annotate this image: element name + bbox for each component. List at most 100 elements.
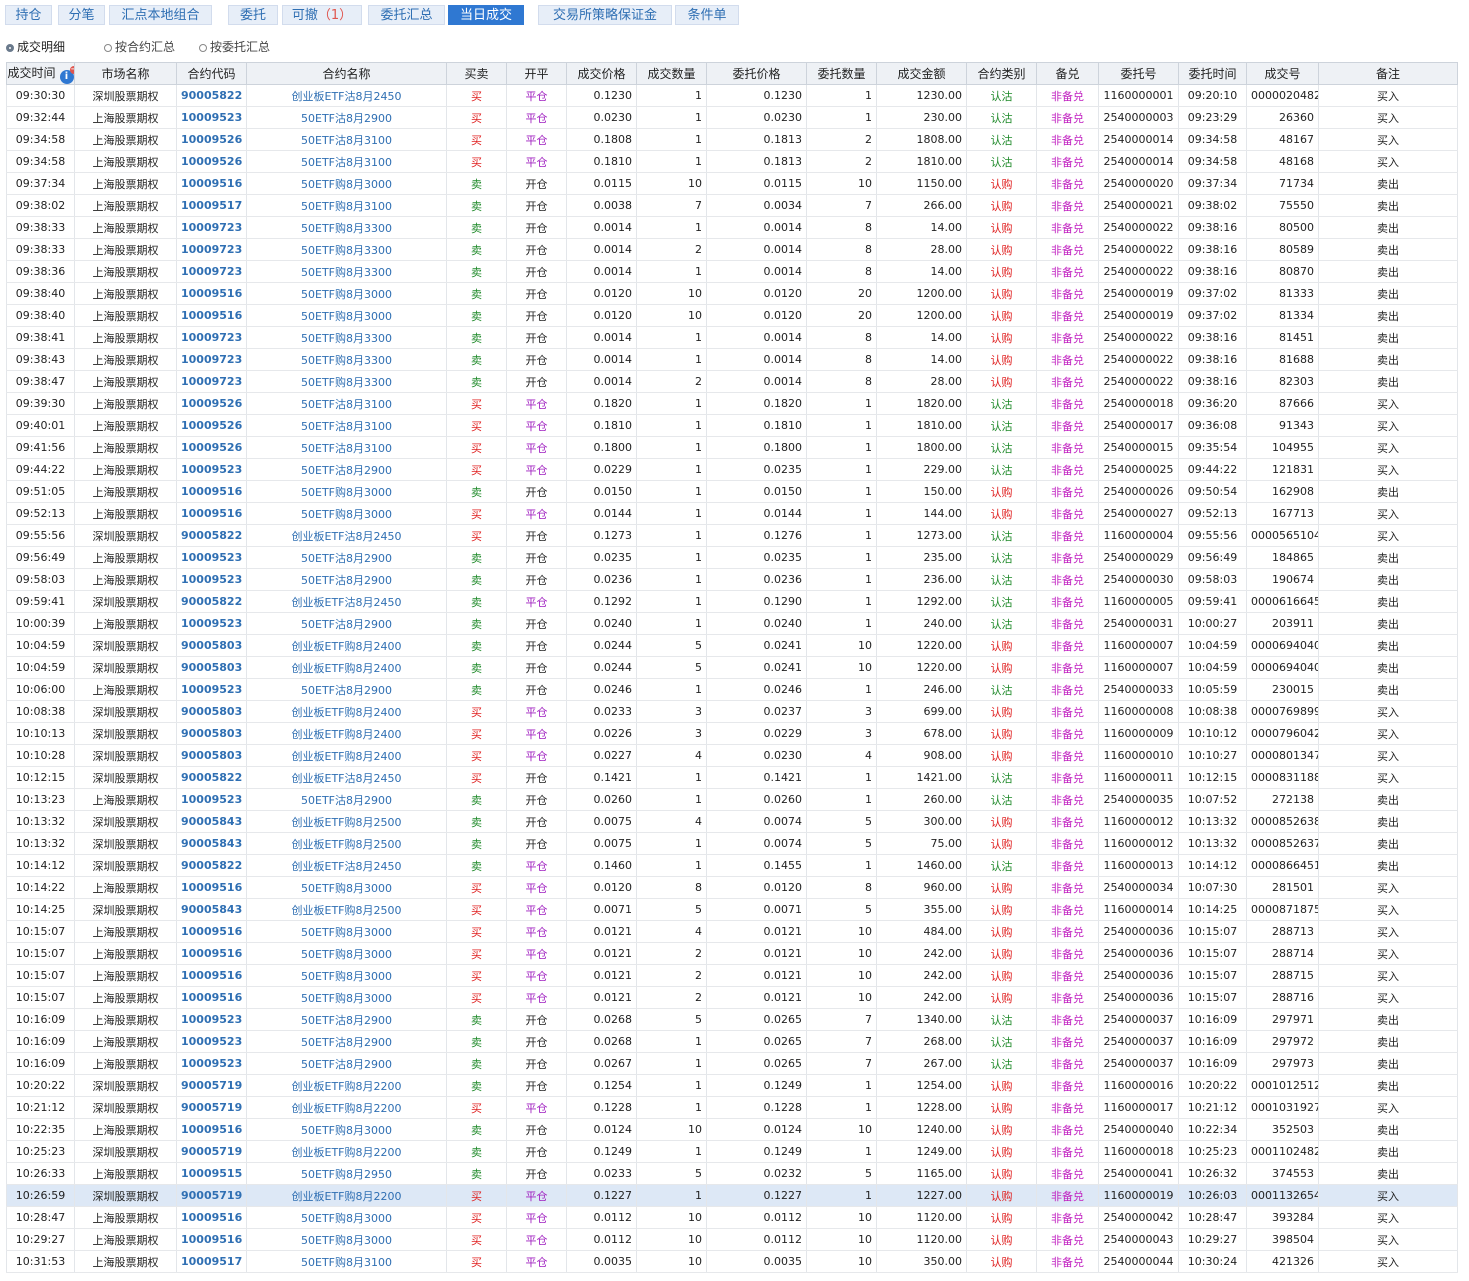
- table-row[interactable]: 10:15:07 上海股票期权 10009516 50ETF购8月3000 买平仓 0.0…: [6, 964, 1458, 987]
- table-row[interactable]: 10:15:07 上海股票期权 10009516 50ETF购8月3000 买平仓 0.0…: [6, 920, 1458, 943]
- column-header[interactable]: 委托数量: [806, 62, 877, 85]
- radio-trade-detail[interactable]: 成交明细: [6, 38, 65, 55]
- table-row[interactable]: 09:38:41 上海股票期权 10009723 50ETF购8月3300 卖开仓 0.0…: [6, 326, 1458, 349]
- table-row[interactable]: 10:04:59 深圳股票期权 90005803 创业板ETF购8月2400 卖开仓 0.…: [6, 634, 1458, 657]
- table-row[interactable]: 09:39:30 上海股票期权 10009526 50ETF沽8月3100 买平仓 0.1…: [6, 392, 1458, 415]
- column-header[interactable]: 合约名称: [246, 62, 447, 85]
- table-row[interactable]: 09:38:36 上海股票期权 10009723 50ETF购8月3300 卖开仓 0.0…: [6, 260, 1458, 283]
- column-header[interactable]: 市场名称: [74, 62, 177, 85]
- tab-conditional-orders[interactable]: 条件单: [675, 5, 739, 25]
- table-row[interactable]: 10:16:09 上海股票期权 10009523 50ETF沽8月2900 卖开仓 0.0…: [6, 1008, 1458, 1031]
- table-row[interactable]: 09:38:40 上海股票期权 10009516 50ETF购8月3000 卖开仓 0.0…: [6, 304, 1458, 327]
- tab-exchange-margin[interactable]: 交易所策略保证金: [538, 5, 672, 25]
- cell-remark: 买入: [1318, 392, 1458, 415]
- table-row[interactable]: 09:55:56 深圳股票期权 90005822 创业板ETF沽8月2450 买开仓 0.…: [6, 524, 1458, 547]
- tab-order-summary[interactable]: 委托汇总: [368, 5, 445, 25]
- tab-orders[interactable]: 委托: [228, 5, 278, 25]
- cell-trade-qty: 4: [636, 744, 707, 767]
- table-row[interactable]: 10:06:00 上海股票期权 10009523 50ETF沽8月2900 卖开仓 0.0…: [6, 678, 1458, 701]
- table-row[interactable]: 09:38:43 上海股票期权 10009723 50ETF购8月3300 卖开仓 0.0…: [6, 348, 1458, 371]
- column-header[interactable]: 成交金额: [876, 62, 967, 85]
- table-row[interactable]: 10:26:33 上海股票期权 10009515 50ETF购8月2950 卖开仓 0.0…: [6, 1162, 1458, 1185]
- table-row[interactable]: 09:30:30 深圳股票期权 90005822 创业板ETF沽8月2450 买平仓 0.…: [6, 84, 1458, 107]
- radio-by-order[interactable]: 按委托汇总: [199, 38, 270, 55]
- table-row[interactable]: 10:14:22 上海股票期权 10009516 50ETF购8月3000 买平仓 0.0…: [6, 876, 1458, 899]
- table-row[interactable]: 09:38:47 上海股票期权 10009723 50ETF购8月3300 卖开仓 0.0…: [6, 370, 1458, 393]
- table-row[interactable]: 10:14:12 深圳股票期权 90005822 创业板ETF沽8月2450 卖平仓 0.…: [6, 854, 1458, 877]
- table-row[interactable]: 09:38:02 上海股票期权 10009517 50ETF购8月3100 卖开仓 0.0…: [6, 194, 1458, 217]
- table-row[interactable]: 09:41:56 上海股票期权 10009526 50ETF沽8月3100 买平仓 0.1…: [6, 436, 1458, 459]
- tab-holdings[interactable]: 持仓: [5, 5, 52, 25]
- column-header[interactable]: 成交时间i−: [6, 62, 75, 85]
- cell-side: 买: [446, 1250, 507, 1273]
- table-row[interactable]: 10:12:15 深圳股票期权 90005822 创业板ETF沽8月2450 买开仓 0.…: [6, 766, 1458, 789]
- table-row[interactable]: 10:10:13 深圳股票期权 90005803 创业板ETF购8月2400 买平仓 0.…: [6, 722, 1458, 745]
- table-row[interactable]: 10:28:47 上海股票期权 10009516 50ETF购8月3000 买平仓 0.0…: [6, 1206, 1458, 1229]
- tab-ticks[interactable]: 分笔: [58, 5, 105, 25]
- table-row[interactable]: 10:31:53 上海股票期权 10009517 50ETF购8月3100 买平仓 0.0…: [6, 1250, 1458, 1273]
- cell-open-close: 平仓: [506, 590, 567, 613]
- table-row[interactable]: 09:52:13 上海股票期权 10009516 50ETF购8月3000 买平仓 0.0…: [6, 502, 1458, 525]
- table-row[interactable]: 10:13:32 深圳股票期权 90005843 创业板ETF购8月2500 卖开仓 0.…: [6, 810, 1458, 833]
- column-header-label: 成交价格: [577, 67, 626, 81]
- table-row[interactable]: 09:37:34 上海股票期权 10009516 50ETF购8月3000 卖开仓 0.0…: [6, 172, 1458, 195]
- column-header[interactable]: 买卖: [446, 62, 507, 85]
- tab-today-trades[interactable]: 当日成交: [448, 5, 524, 25]
- table-row[interactable]: 10:16:09 上海股票期权 10009523 50ETF沽8月2900 卖开仓 0.0…: [6, 1030, 1458, 1053]
- cell-trade-price: 0.1460: [566, 854, 637, 877]
- table-row[interactable]: 09:34:58 上海股票期权 10009526 50ETF沽8月3100 买平仓 0.1…: [6, 150, 1458, 173]
- column-header[interactable]: 备兑: [1036, 62, 1099, 85]
- table-row[interactable]: 09:58:03 上海股票期权 10009523 50ETF沽8月2900 卖开仓 0.0…: [6, 568, 1458, 591]
- table-row[interactable]: 10:16:09 上海股票期权 10009523 50ETF沽8月2900 卖开仓 0.0…: [6, 1052, 1458, 1075]
- info-icon[interactable]: i−: [59, 65, 74, 84]
- column-header[interactable]: 委托价格: [706, 62, 807, 85]
- table-row[interactable]: 09:40:01 上海股票期权 10009526 50ETF沽8月3100 买平仓 0.1…: [6, 414, 1458, 437]
- table-row[interactable]: 10:29:27 上海股票期权 10009516 50ETF购8月3000 买平仓 0.0…: [6, 1228, 1458, 1251]
- table-row[interactable]: 10:22:35 上海股票期权 10009516 50ETF购8月3000 卖开仓 0.0…: [6, 1118, 1458, 1141]
- column-header[interactable]: 合约代码: [176, 62, 247, 85]
- column-header[interactable]: 成交价格: [566, 62, 637, 85]
- column-header[interactable]: 合约类别: [966, 62, 1037, 85]
- cell-contract-name: 50ETF沽8月3100: [246, 414, 447, 437]
- radio-by-contract[interactable]: 按合约汇总: [104, 38, 175, 55]
- table-row[interactable]: 10:04:59 深圳股票期权 90005803 创业板ETF购8月2400 卖开仓 0.…: [6, 656, 1458, 679]
- table-row[interactable]: 10:26:59 深圳股票期权 90005719 创业板ETF购8月2200 买平仓 0.…: [6, 1184, 1458, 1207]
- table-row[interactable]: 09:51:05 上海股票期权 10009516 50ETF购8月3000 卖开仓 0.0…: [6, 480, 1458, 503]
- table-row[interactable]: 09:32:44 上海股票期权 10009523 50ETF沽8月2900 买平仓 0.0…: [6, 106, 1458, 129]
- cell-contract-name: 创业板ETF沽8月2450: [246, 524, 447, 547]
- table-row[interactable]: 09:38:33 上海股票期权 10009723 50ETF购8月3300 卖开仓 0.0…: [6, 216, 1458, 239]
- cell-order-time: 09:36:20: [1178, 392, 1247, 415]
- column-header[interactable]: 备注: [1318, 62, 1458, 85]
- column-header[interactable]: 委托时间: [1178, 62, 1247, 85]
- tab-cancelable[interactable]: 可撤（1）: [282, 5, 362, 25]
- column-header[interactable]: 开平: [506, 62, 567, 85]
- tab-local-portfolio[interactable]: 汇点本地组合: [109, 5, 212, 25]
- table-row[interactable]: 09:44:22 上海股票期权 10009523 50ETF沽8月2900 买平仓 0.0…: [6, 458, 1458, 481]
- cell-market-name: 上海股票期权: [74, 194, 177, 217]
- table-row[interactable]: 10:13:32 深圳股票期权 90005843 创业板ETF购8月2500 卖开仓 0.…: [6, 832, 1458, 855]
- table-row[interactable]: 10:10:28 深圳股票期权 90005803 创业板ETF购8月2400 买平仓 0.…: [6, 744, 1458, 767]
- cell-side: 买: [446, 898, 507, 921]
- column-header[interactable]: 成交号: [1246, 62, 1319, 85]
- cell-order-time: 10:04:59: [1178, 656, 1247, 679]
- table-row[interactable]: 09:38:33 上海股票期权 10009723 50ETF购8月3300 卖开仓 0.0…: [6, 238, 1458, 261]
- table-row[interactable]: 09:34:58 上海股票期权 10009526 50ETF沽8月3100 买平仓 0.1…: [6, 128, 1458, 151]
- table-row[interactable]: 10:15:07 上海股票期权 10009516 50ETF购8月3000 买平仓 0.0…: [6, 986, 1458, 1009]
- cell-trade-price: 0.0233: [566, 1162, 637, 1185]
- table-row[interactable]: 10:00:39 上海股票期权 10009523 50ETF沽8月2900 卖开仓 0.0…: [6, 612, 1458, 635]
- table-row[interactable]: 10:13:23 上海股票期权 10009523 50ETF沽8月2900 卖开仓 0.0…: [6, 788, 1458, 811]
- table-row[interactable]: 09:38:40 上海股票期权 10009516 50ETF购8月3000 卖开仓 0.0…: [6, 282, 1458, 305]
- table-row[interactable]: 10:20:22 深圳股票期权 90005719 创业板ETF购8月2200 卖开仓 0.…: [6, 1074, 1458, 1097]
- table-row[interactable]: 10:25:23 深圳股票期权 90005719 创业板ETF购8月2200 卖开仓 0.…: [6, 1140, 1458, 1163]
- column-header[interactable]: 成交数量: [636, 62, 707, 85]
- table-row[interactable]: 10:08:38 深圳股票期权 90005803 创业板ETF购8月2400 买平仓 0.…: [6, 700, 1458, 723]
- table-row[interactable]: 10:14:25 深圳股票期权 90005843 创业板ETF购8月2500 买平仓 0.…: [6, 898, 1458, 921]
- table-row[interactable]: 09:59:41 深圳股票期权 90005822 创业板ETF沽8月2450 卖平仓 0.…: [6, 590, 1458, 613]
- table-row[interactable]: 09:56:49 上海股票期权 10009523 50ETF沽8月2900 卖开仓 0.0…: [6, 546, 1458, 569]
- table-row[interactable]: 10:21:12 深圳股票期权 90005719 创业板ETF购8月2200 买平仓 0.…: [6, 1096, 1458, 1119]
- table-row[interactable]: 10:15:07 上海股票期权 10009516 50ETF购8月3000 买平仓 0.0…: [6, 942, 1458, 965]
- cell-contract-type: 认购: [966, 964, 1037, 987]
- cell-remark: 买入: [1318, 84, 1458, 107]
- column-header[interactable]: 委托号: [1098, 62, 1179, 85]
- cell-order-id: 1160000013: [1098, 854, 1179, 877]
